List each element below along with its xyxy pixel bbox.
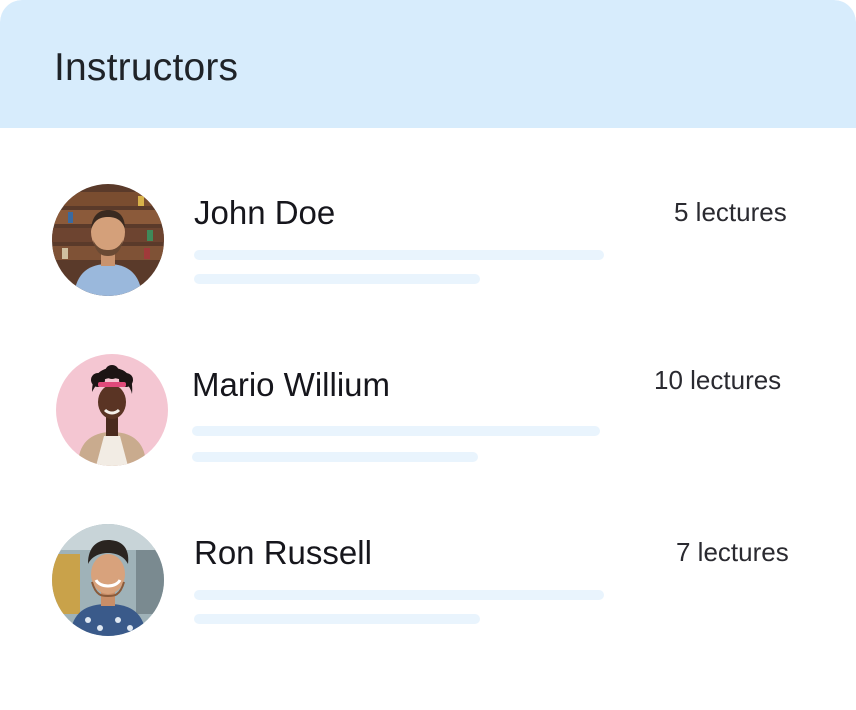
placeholder-bar (192, 452, 478, 462)
placeholder-bar (192, 426, 600, 436)
instructor-name[interactable]: John Doe (194, 193, 335, 233)
lecture-count: 5 lectures (674, 197, 787, 227)
avatar-photo-icon (52, 524, 164, 636)
placeholder-bar (194, 250, 604, 260)
instructor-avatar[interactable] (56, 354, 168, 466)
placeholder-bar (194, 274, 480, 284)
avatar-photo-icon (52, 184, 164, 296)
card-title: Instructors (54, 46, 239, 89)
instructor-name[interactable]: Ron Russell (194, 533, 372, 573)
instructor-avatar[interactable] (52, 524, 164, 636)
instructors-card: Instructors John Doe 5 lectures Mario Wi… (0, 0, 856, 710)
lecture-count: 7 lectures (676, 537, 789, 567)
instructor-row[interactable]: John Doe 5 lectures (0, 176, 856, 306)
placeholder-bar (194, 590, 604, 600)
placeholder-bar (194, 614, 480, 624)
instructor-name[interactable]: Mario Willium (192, 365, 390, 405)
instructor-avatar[interactable] (52, 184, 164, 296)
lecture-count: 10 lectures (654, 365, 782, 395)
instructor-row[interactable]: Ron Russell 7 lectures (0, 516, 856, 646)
card-header: Instructors (0, 0, 856, 128)
avatar-photo-icon (56, 354, 168, 466)
instructor-row[interactable]: Mario Willium 10 lectures (0, 346, 856, 476)
